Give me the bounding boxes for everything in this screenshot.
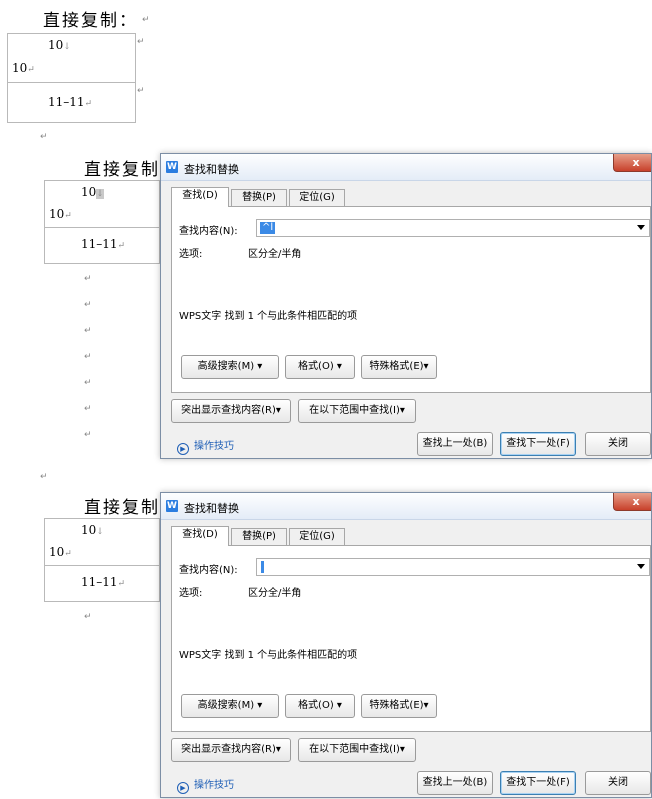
find-next-button[interactable]: 查找下一处(F) xyxy=(500,432,576,456)
find-in-button[interactable]: 在以下范围中查找(I)▾ xyxy=(298,399,416,423)
cell-text-10: 10↓ xyxy=(81,185,104,199)
tab-goto[interactable]: 定位(G) xyxy=(289,528,345,545)
para-mark: ↵ xyxy=(40,472,48,482)
find-previous-button[interactable]: 查找上一处(B) xyxy=(417,432,493,456)
tips-link[interactable]: ▶ 操作技巧 xyxy=(177,437,234,455)
cell-text-10: 10↓ xyxy=(48,38,71,52)
tips-link[interactable]: ▶ 操作技巧 xyxy=(177,776,234,794)
dialog-title: 查找和替换 xyxy=(184,502,239,515)
tab-goto[interactable]: 定位(G) xyxy=(289,189,345,206)
find-panel: 查找内容(N): 选项: 区分全/半角 WPS文字 找到 1 个与此条件相匹配的… xyxy=(171,545,651,732)
para-mark: ↵ xyxy=(137,86,145,96)
format-button[interactable]: 格式(O) ▾ xyxy=(285,694,355,718)
find-next-button[interactable]: 查找下一处(F) xyxy=(500,771,576,795)
tips-play-icon: ▶ xyxy=(177,443,189,455)
find-input-value: ^l xyxy=(260,222,276,234)
close-button[interactable]: 关闭 xyxy=(585,771,651,795)
heading-text: 直接复制： xyxy=(43,11,138,31)
find-previous-button[interactable]: 查找上一处(B) xyxy=(417,771,493,795)
options-label: 选项: xyxy=(179,249,203,260)
find-panel: 查找内容(N): ^l 选项: 区分全/半角 WPS文字 找到 1 个与此条件相… xyxy=(171,206,651,393)
doc-heading-1: 直接复制： xyxy=(43,6,138,31)
para-mark: ↵ xyxy=(84,430,92,440)
para-mark: ↵ xyxy=(84,404,92,414)
chevron-down-icon[interactable] xyxy=(637,564,645,569)
para-mark: ↵ xyxy=(84,326,92,336)
word-table-2: 10↓ 10↵ 11–11↵ xyxy=(44,180,160,264)
highlight-button[interactable]: 突出显示查找内容(R)▾ xyxy=(171,738,291,762)
cell-text-10-b: 10↵ xyxy=(49,545,72,559)
advanced-search-button[interactable]: 高级搜索(M) ▾ xyxy=(181,355,279,379)
cell-text-11-11: 11–11↵ xyxy=(48,95,93,109)
table-row: 11–11↵ xyxy=(45,227,159,264)
para-mark: ↵ xyxy=(137,37,145,47)
tab-replace[interactable]: 替换(P) xyxy=(231,528,287,545)
find-input[interactable]: ^l xyxy=(256,219,650,237)
chevron-down-icon[interactable] xyxy=(637,225,645,230)
table-row: 10↓ 10↵ xyxy=(8,34,135,82)
find-input[interactable] xyxy=(256,558,650,576)
wps-writer-icon: W xyxy=(166,500,178,512)
options-value: 区分全/半角 xyxy=(248,249,302,260)
text-caret xyxy=(261,561,264,573)
highlight-button[interactable]: 突出显示查找内容(R)▾ xyxy=(171,399,291,423)
find-replace-dialog-2: W 查找和替换 x 查找(D) 替换(P) 定位(G) 查找内容(N): 选项:… xyxy=(160,492,652,798)
close-icon[interactable]: x xyxy=(613,493,651,511)
para-mark: ↵ xyxy=(84,612,92,622)
cell-text-10-b: 10↵ xyxy=(49,207,72,221)
table-row: 10↓ 10↵ xyxy=(45,181,159,227)
tab-replace[interactable]: 替换(P) xyxy=(231,189,287,206)
special-format-button[interactable]: 特殊格式(E)▾ xyxy=(361,355,437,379)
dialog-titlebar[interactable]: W 查找和替换 x xyxy=(161,493,651,520)
table-row: 11–11↵ xyxy=(8,82,135,123)
para-mark: ↵ xyxy=(142,15,150,25)
find-in-button[interactable]: 在以下范围中查找(I)▾ xyxy=(298,738,416,762)
find-label: 查找内容(N): xyxy=(179,565,238,576)
result-message: WPS文字 找到 1 个与此条件相匹配的项 xyxy=(179,650,358,661)
close-button[interactable]: 关闭 xyxy=(585,432,651,456)
wps-writer-icon: W xyxy=(166,161,178,173)
cell-text-10: 10↓ xyxy=(81,523,104,537)
close-icon[interactable]: x xyxy=(613,154,651,172)
para-mark: ↵ xyxy=(84,378,92,388)
table-row: 10↓ 10↵ xyxy=(45,519,159,565)
options-value: 区分全/半角 xyxy=(248,588,302,599)
result-message: WPS文字 找到 1 个与此条件相匹配的项 xyxy=(179,311,358,322)
para-mark: ↵ xyxy=(84,274,92,284)
options-label: 选项: xyxy=(179,588,203,599)
tab-find[interactable]: 查找(D) xyxy=(171,526,229,546)
word-table-1: 10↓ 10↵ 11–11↵ xyxy=(7,33,136,123)
para-mark: ↵ xyxy=(40,132,48,142)
para-mark: ↵ xyxy=(84,352,92,362)
cell-text-11-11: 11–11↵ xyxy=(81,237,126,251)
advanced-search-button[interactable]: 高级搜索(M) ▾ xyxy=(181,694,279,718)
tab-find[interactable]: 查找(D) xyxy=(171,187,229,207)
dialog-titlebar[interactable]: W 查找和替换 x xyxy=(161,154,651,181)
format-button[interactable]: 格式(O) ▾ xyxy=(285,355,355,379)
special-format-button[interactable]: 特殊格式(E)▾ xyxy=(361,694,437,718)
word-table-3: 10↓ 10↵ 11–11↵ xyxy=(44,518,160,602)
para-mark: ↵ xyxy=(84,300,92,310)
cell-text-10-b: 10↵ xyxy=(12,61,35,75)
table-row: 11–11↵ xyxy=(45,565,159,602)
find-label: 查找内容(N): xyxy=(179,226,238,237)
find-replace-dialog: W 查找和替换 x 查找(D) 替换(P) 定位(G) 查找内容(N): ^l … xyxy=(160,153,652,459)
tips-play-icon: ▶ xyxy=(177,782,189,794)
dialog-title: 查找和替换 xyxy=(184,163,239,176)
cell-text-11-11: 11–11↵ xyxy=(81,575,126,589)
